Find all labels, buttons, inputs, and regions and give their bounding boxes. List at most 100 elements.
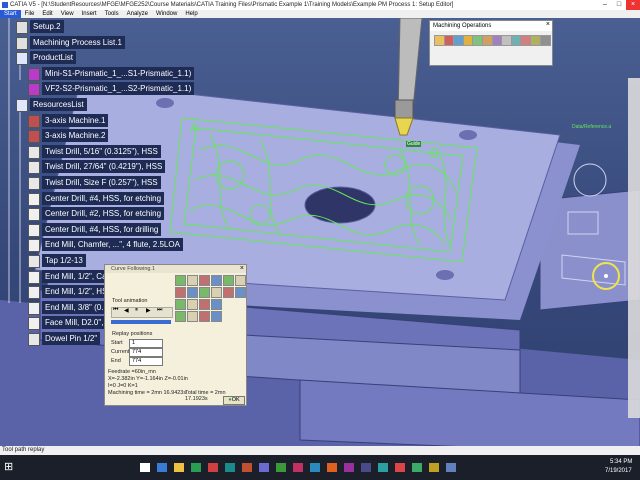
axis-label: Data/Reference.a	[572, 124, 612, 130]
dialog-option-button[interactable]	[211, 311, 222, 322]
taskbar-app-icon[interactable]	[395, 463, 405, 472]
dialog-option-button[interactable]	[223, 287, 234, 298]
replay-positions-label: Replay positions	[112, 331, 153, 337]
machining-op-button[interactable]	[539, 35, 551, 46]
tool-animation-label: Tool animation	[112, 298, 148, 304]
end-mill-icon	[28, 286, 40, 300]
taskbar-app-icon[interactable]	[327, 463, 337, 472]
dialog-option-button[interactable]	[211, 287, 222, 298]
taskbar-app-icon[interactable]	[412, 463, 422, 472]
taskbar-app-icon[interactable]	[276, 463, 286, 472]
clock-date[interactable]: 7/19/2017	[605, 468, 632, 474]
maximize-button[interactable]: □	[612, 0, 626, 10]
dialog-option-button[interactable]	[211, 299, 222, 310]
dialog-option-button[interactable]	[175, 287, 186, 298]
taskbar-app-icon[interactable]	[259, 463, 269, 472]
ijk-text: I=0 J=0 K=1	[108, 383, 138, 389]
face-mill-icon	[28, 317, 40, 331]
current-field[interactable]: 774	[129, 348, 163, 357]
mouse-cursor	[604, 274, 608, 278]
taskbar-app-icon[interactable]	[378, 463, 388, 472]
part-icon	[28, 67, 40, 81]
tree-item-label: Twist Drill, 5/16" (0.3125"), HSS	[42, 144, 161, 158]
start-field[interactable]: 1	[129, 339, 163, 348]
end-mill-icon	[28, 239, 40, 253]
taskbar-app-icon[interactable]	[242, 463, 252, 472]
ok-label: OK	[231, 397, 240, 403]
menu-file[interactable]: File	[21, 10, 39, 18]
tree-item-label: Setup.2	[30, 20, 64, 33]
tree-item-label: VF2-S2-Prismatic_1_...S2-Prismatic_1.1)	[42, 82, 195, 96]
pause-icon[interactable]: ⏸	[135, 307, 138, 314]
tool-path-replay-dialog: Curve Following.1 × Tool animation ⏮ ◀ ⏸…	[104, 264, 247, 406]
taskbar-app-icon[interactable]	[429, 463, 439, 472]
menu-tools[interactable]: Tools	[101, 10, 123, 18]
taskbar-app-icon[interactable]	[446, 463, 456, 472]
windows-start-icon[interactable]: ⊞	[4, 462, 15, 473]
tool-guide-label: Guide	[406, 141, 422, 147]
playback-controls	[111, 307, 173, 318]
taskbar-app-icon[interactable]	[293, 463, 303, 472]
ok-button[interactable]: ●OK	[223, 396, 245, 405]
dialog-option-button[interactable]	[175, 275, 186, 286]
tree-item-label: Twist Drill, Size F (0.257"), HSS	[42, 176, 161, 189]
taskbar-app-icon[interactable]	[191, 463, 201, 472]
tree-item-label: End Mill, 3/8" (0.	[42, 300, 107, 314]
taskbar-app-icon[interactable]	[344, 463, 354, 472]
dialog-close-icon[interactable]: ×	[240, 265, 244, 272]
menu-insert[interactable]: Insert	[78, 10, 101, 18]
replay-progress-fill	[111, 320, 171, 324]
replay-progress[interactable]	[111, 320, 171, 324]
dialog-option-button[interactable]	[235, 287, 246, 298]
tap-icon	[28, 255, 40, 268]
taskbar-app-icon[interactable]	[225, 463, 235, 472]
taskbar-app-icon[interactable]	[361, 463, 371, 472]
clock-time[interactable]: 5:34 PM	[610, 459, 632, 465]
menu-edit[interactable]: Edit	[38, 10, 56, 18]
taskbar-app-icon[interactable]	[310, 463, 320, 472]
palette-close-icon[interactable]: ×	[546, 21, 550, 28]
dialog-option-button[interactable]	[211, 275, 222, 286]
dialog-option-button[interactable]	[199, 299, 210, 310]
dialog-option-button[interactable]	[187, 311, 198, 322]
dialog-option-button[interactable]	[187, 275, 198, 286]
step-back-icon[interactable]: ◀	[124, 307, 129, 314]
dialog-option-button[interactable]	[199, 275, 210, 286]
menu-help[interactable]: Help	[181, 10, 201, 18]
menu-analyze[interactable]: Analyze	[123, 10, 152, 18]
taskbar-app-icon[interactable]	[174, 463, 184, 472]
dialog-option-button[interactable]	[235, 275, 246, 286]
product-list-icon	[16, 52, 28, 66]
menu-start[interactable]: Start	[0, 10, 21, 18]
tree-item-label: ResourcesList	[30, 98, 87, 111]
dialog-option-button[interactable]	[175, 311, 186, 322]
tree-item-label: Twist Drill, 27/64" (0.4219"), HSS	[42, 160, 166, 174]
part-icon	[28, 83, 40, 97]
end-label: End	[111, 358, 121, 364]
drill-icon	[28, 161, 40, 175]
resources-list-icon	[16, 99, 28, 112]
rewind-icon[interactable]: ⏮	[113, 307, 118, 314]
dialog-option-button[interactable]	[187, 287, 198, 298]
dowel-pin-icon	[28, 333, 40, 346]
fast-forward-icon[interactable]: ⏭	[157, 307, 162, 314]
taskbar-app-icon[interactable]	[140, 463, 150, 472]
dialog-option-button[interactable]	[175, 299, 186, 310]
menu-view[interactable]: View	[57, 10, 78, 18]
dialog-option-button[interactable]	[187, 299, 198, 310]
minimize-button[interactable]: –	[598, 0, 612, 10]
center-drill-icon	[28, 192, 40, 206]
catia-app-icon	[2, 2, 8, 8]
dialog-option-button[interactable]	[223, 275, 234, 286]
end-field[interactable]: 774	[129, 357, 163, 366]
setup-icon	[16, 21, 28, 34]
menu-window[interactable]: Window	[152, 10, 181, 18]
taskbar-app-icon[interactable]	[208, 463, 218, 472]
close-button[interactable]: ×	[626, 0, 640, 10]
dialog-option-button[interactable]	[199, 311, 210, 322]
current-label: Current	[111, 349, 130, 355]
dialog-option-button[interactable]	[199, 287, 210, 298]
taskbar-app-icon[interactable]	[157, 463, 167, 472]
play-icon[interactable]: ▶	[146, 307, 151, 314]
tree-item-label: Dowel Pin 1/2"	[42, 332, 101, 345]
